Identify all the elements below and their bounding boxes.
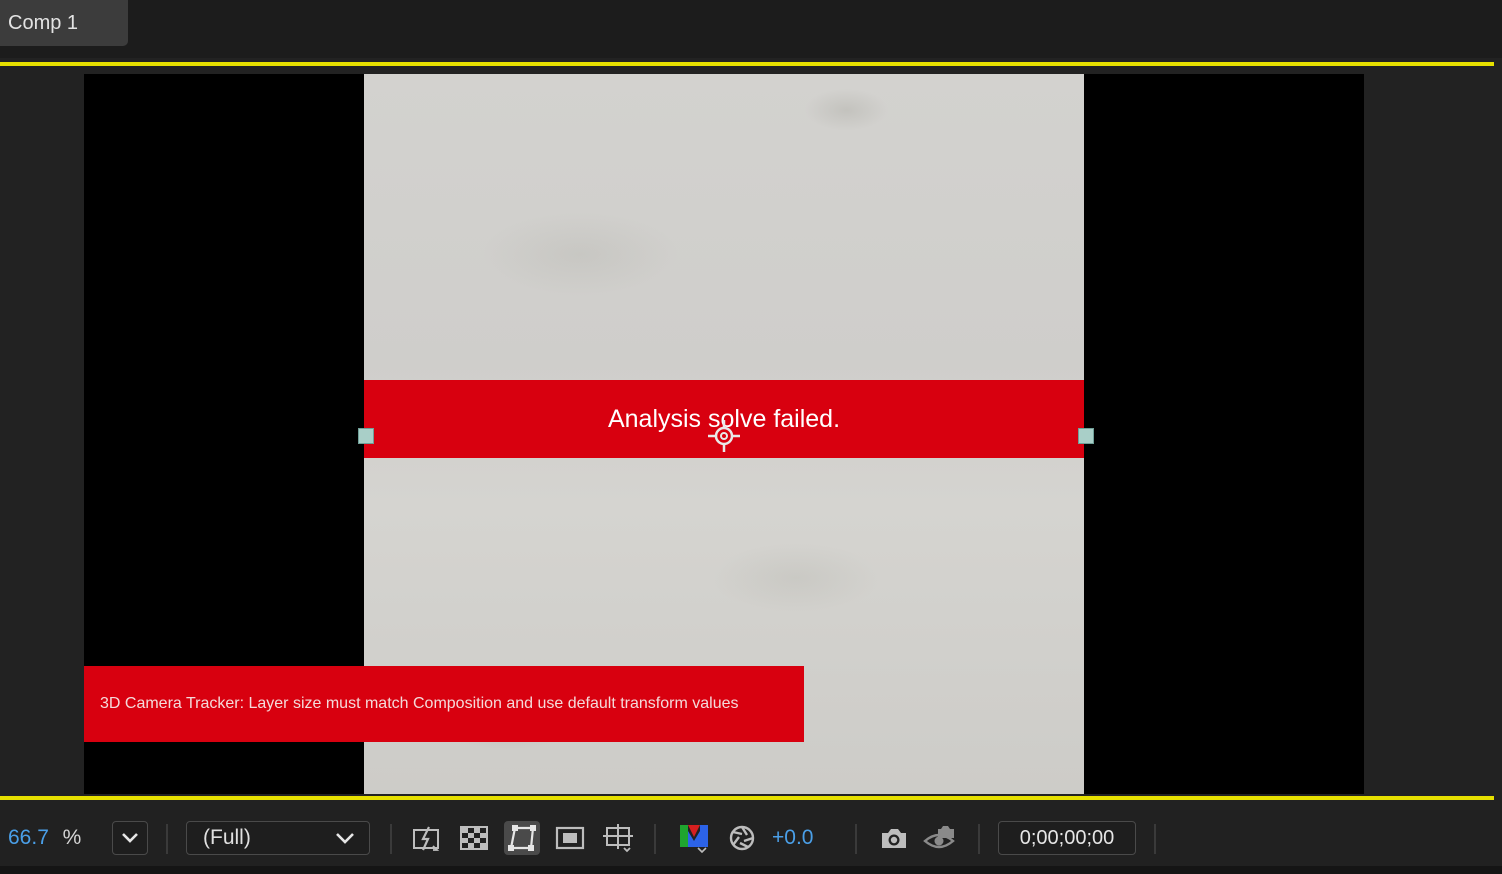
panel-bottom-edge [0,866,1502,874]
panel-tab-bar: Comp 1 [0,0,1502,58]
toolbar-divider [855,824,857,854]
tab-label: Comp 1 [8,11,79,34]
resolution-value: (Full) [203,826,251,849]
region-of-interest-icon[interactable] [552,821,588,855]
magnification-unit: % [62,826,82,849]
tracker-warning-text: 3D Camera Tracker: Layer size must match… [100,695,739,712]
layer-handle-left[interactable] [358,428,374,444]
guides-grid-icon[interactable] [600,821,636,855]
guide-line-bottom [0,796,1494,800]
toolbar-divider [654,824,656,854]
exposure-value[interactable]: +0.0 [772,821,820,855]
resolution-dropdown[interactable]: (Full) [186,821,370,855]
chevron-down-icon [335,832,355,844]
layer-handle-right[interactable] [1078,428,1094,444]
current-time-display[interactable]: 0;00;00;00 [998,821,1136,855]
tracker-warning-banner: 3D Camera Tracker: Layer size must match… [84,666,804,742]
fast-preview-icon[interactable] [408,821,444,855]
anchor-point-icon[interactable] [706,418,742,454]
toolbar-divider [390,824,392,854]
show-snapshot-icon[interactable] [922,821,958,855]
tab-comp-1[interactable]: Comp 1 [0,0,128,46]
chevron-down-icon [121,832,139,844]
magnification-dropdown[interactable] [112,821,148,855]
magnification-value[interactable]: 66.7 [8,821,52,855]
toolbar-divider [1154,824,1156,854]
snapshot-icon[interactable] [876,821,912,855]
viewer-toolbar: 66.7 % (Full) +0.0 0;00;00;00 [0,810,1502,866]
toolbar-divider [978,824,980,854]
rgb-channel-icon[interactable] [676,821,712,855]
composition-viewer[interactable]: Analysis solve failed. 3D Camera Tracker… [0,58,1502,810]
toolbar-divider [166,824,168,854]
mask-path-icon[interactable] [504,821,540,855]
exposure-reset-icon[interactable] [724,821,760,855]
transparency-grid-icon[interactable] [456,821,492,855]
guide-line-top [0,62,1494,66]
